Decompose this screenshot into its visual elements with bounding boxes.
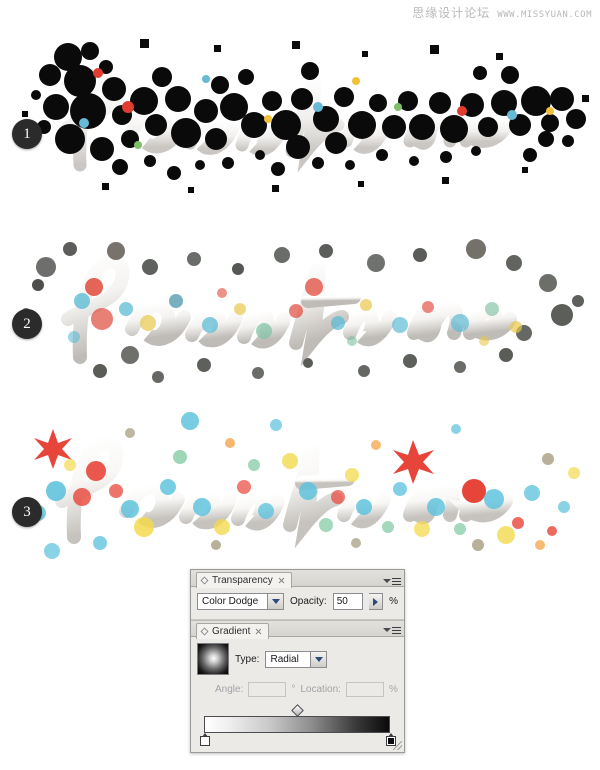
illustrator-panel-group: Transparency Color Dodge Opacity: 50 % G… [190, 569, 405, 753]
gradient-preview-swatch[interactable] [197, 643, 229, 675]
tab-gradient-label: Gradient [212, 626, 251, 637]
step-badge-3-number: 3 [23, 503, 31, 520]
opacity-value: 50 [336, 596, 348, 607]
chevron-down-icon [271, 599, 280, 604]
gradient-panel-menu-icon[interactable] [383, 624, 401, 636]
transparency-controls-row: Color Dodge Opacity: 50 % [197, 593, 398, 610]
step-badge-1: 1 [12, 119, 42, 149]
panel-grip-icon [200, 576, 209, 585]
tab-close-icon[interactable] [255, 628, 262, 635]
artwork-stage-3-svg [30, 412, 580, 559]
artwork-stage-2-svg [21, 239, 584, 383]
chevron-down-icon [383, 628, 391, 632]
blend-mode-select[interactable]: Color Dodge [197, 593, 285, 610]
blend-mode-dropdown-arrow[interactable] [267, 594, 284, 609]
gradient-type-select[interactable]: Radial [265, 650, 328, 668]
opacity-label: Opacity: [290, 596, 327, 607]
artwork-stage-1 [10, 15, 595, 200]
opacity-input[interactable]: 50 [332, 593, 363, 610]
hamburger-icon [392, 626, 401, 634]
gradient-tabbar: Gradient [191, 620, 404, 639]
gradient-stop-start[interactable] [200, 733, 211, 746]
tab-transparency[interactable]: Transparency [196, 572, 292, 588]
artwork-stage-1-svg [22, 39, 589, 193]
gradient-type-dropdown-arrow[interactable] [310, 651, 327, 667]
transparency-panel-menu-icon[interactable] [383, 575, 401, 587]
artwork-stage-2 [8, 205, 593, 395]
gradient-type-label: Type: [235, 653, 260, 665]
stop-color-swatch [200, 736, 210, 746]
location-label: Location: [300, 684, 341, 695]
opacity-unit: % [389, 596, 398, 607]
color-accents-stage-3 [30, 412, 580, 559]
hamburger-icon [392, 577, 401, 585]
step-badge-2-number: 2 [23, 315, 31, 332]
tab-transparency-label: Transparency [212, 575, 273, 586]
step-badge-3: 3 [12, 497, 42, 527]
angle-unit: ° [291, 684, 296, 695]
gradient-midpoint-diamond[interactable] [291, 704, 304, 717]
gradient-ramp[interactable] [204, 716, 390, 733]
chevron-down-icon [314, 656, 323, 662]
location-unit: % [388, 684, 398, 695]
gradient-type-value: Radial [270, 653, 299, 665]
artwork-stage-3 [8, 395, 593, 570]
transparency-panel-body: Color Dodge Opacity: 50 % [191, 587, 404, 615]
gradient-slider[interactable] [197, 704, 398, 746]
gradient-type-row: Type: Radial [197, 643, 398, 675]
panel-window: Transparency Color Dodge Opacity: 50 % G… [190, 569, 405, 753]
chevron-right-icon [372, 597, 378, 606]
chevron-down-icon [383, 579, 391, 583]
location-input[interactable] [345, 682, 384, 697]
step-badge-2: 2 [12, 309, 42, 339]
transparency-tabbar: Transparency [191, 570, 404, 588]
step-badge-1-number: 1 [23, 125, 31, 142]
blend-mode-value: Color Dodge [202, 596, 259, 607]
gradient-panel-body: Type: Radial Angle: ° Location: % [191, 637, 404, 749]
panel-resize-grip[interactable] [393, 741, 402, 750]
tab-close-icon[interactable] [278, 577, 285, 584]
panel-grip-icon [200, 627, 209, 636]
opacity-stepper-button[interactable] [368, 593, 384, 610]
angle-label: Angle: [215, 684, 244, 695]
gradient-angle-location-row: Angle: ° Location: % [197, 682, 398, 697]
angle-input[interactable] [248, 682, 287, 697]
